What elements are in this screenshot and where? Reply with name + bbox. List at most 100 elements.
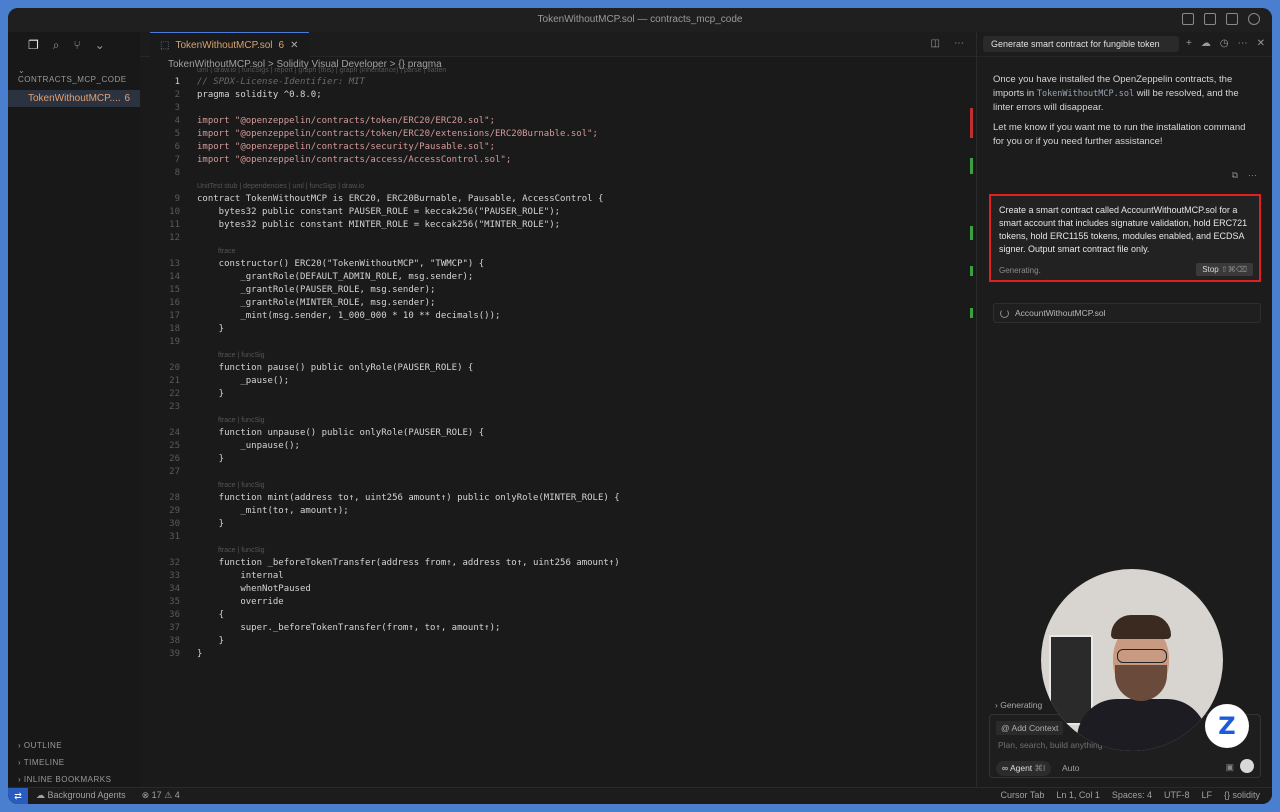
indentation[interactable]: Spaces: 4 [1112,790,1152,800]
search-icon[interactable]: ⌕ [53,38,60,60]
code-line: function _beforeTokenTransfer(address fr… [197,558,620,568]
line-number: 11 [169,220,180,230]
code-line: constructor() ERC20("TokenWithoutMCP", "… [197,259,485,269]
code-line: } [197,636,225,646]
editor-tabs: ⬚ TokenWithoutMCP.sol 6 ✕ ◫ ⋯ [140,32,976,57]
line-number: 14 [169,272,180,282]
user-prompt-text: Create a smart contract called AccountWi… [999,205,1248,254]
section-timeline[interactable]: › TIMELINE [8,754,140,771]
message-paragraph: Let me know if you want me to run the in… [993,122,1246,147]
generated-file-chip[interactable]: AccountWithoutMCP.sol [993,303,1261,323]
image-icon[interactable]: ▣ [1225,762,1234,773]
person-hair [1111,615,1171,639]
window-title: TokenWithoutMCP.sol — contracts_mcp_code [537,14,743,25]
more-icon[interactable]: ⋯ [1238,38,1248,49]
cursor-position[interactable]: Ln 1, Col 1 [1056,790,1100,800]
line-number: 17 [169,311,180,321]
toggle-sidebar-icon[interactable] [1182,13,1194,25]
line-number: 36 [169,610,180,620]
cursor-tab-status[interactable]: Cursor Tab [1001,790,1045,800]
line-number: 21 [169,376,180,386]
tab-label: TokenWithoutMCP.sol [175,39,273,51]
code-line: // SPDX-License-Identifier: MIT [197,77,365,87]
line-number: 25 [169,441,180,451]
tab-problems-count: 6 [278,39,285,51]
close-icon[interactable]: ✕ [290,40,298,51]
codelens-ftrace-funcsig[interactable]: ftrace | funcSig [140,349,976,362]
chevron-down-icon[interactable]: ⌄ [95,38,105,60]
close-icon[interactable]: ✕ [1257,38,1265,49]
plus-icon[interactable]: + [1186,38,1192,49]
line-number: 22 [169,389,180,399]
language-mode[interactable]: {} solidity [1224,790,1260,800]
file-name: TokenWithoutMCP.... [28,93,121,104]
code-line: internal [197,571,284,581]
line-number: 13 [169,259,180,269]
code-line: } [197,519,225,529]
code-line: import "@openzeppelin/contracts/access/A… [197,155,512,165]
source-control-icon[interactable]: ⑂ [74,38,81,60]
explorer-folder-title[interactable]: ⌄ CONTRACTS_MCP_CODE [8,60,140,90]
codelens-ftrace-funcsig[interactable]: ftrace | funcSig [140,479,976,492]
chat-tab[interactable]: Generate smart contract for fungible tok… [983,36,1179,52]
section-inline-bookmarks[interactable]: › INLINE BOOKMARKS [8,771,140,788]
generating-row[interactable]: › Generating [995,700,1042,710]
copy-icon[interactable]: ⧉ [1232,170,1238,181]
agent-mode-selector[interactable]: ∞ Agent ⌘I [996,761,1052,776]
code-line: contract TokenWithoutMCP is ERC20, ERC20… [197,194,604,204]
codelens-contract[interactable]: UnitTest stub | dependencies | uml | fun… [140,180,976,193]
user-prompt-box[interactable]: Create a smart contract called AccountWi… [989,194,1261,282]
code-view[interactable]: uml | draw.io | funcSigs | report | grap… [140,67,976,661]
codelens-ftrace-funcsig[interactable]: ftrace | funcSig [140,544,976,557]
code-line: override [197,597,284,607]
codelens-ftrace[interactable]: ftrace [140,245,976,258]
code-line: _grantRole(PAUSER_ROLE, msg.sender); [197,285,436,295]
problems-indicator[interactable]: ⊗ 17 ⚠ 4 [142,790,180,801]
chat-actions: + ☁ ◷ ⋯ ✕ [1186,38,1265,49]
settings-gear-icon[interactable] [1248,13,1260,25]
toggle-secondary-sidebar-icon[interactable] [1226,13,1238,25]
code-line: _grantRole(DEFAULT_ADMIN_ROLE, msg.sende… [197,272,474,282]
more-actions-icon[interactable]: ⋯ [954,38,964,49]
line-number: 16 [169,298,180,308]
title-bar: TokenWithoutMCP.sol — contracts_mcp_code [8,8,1272,33]
line-number: 32 [169,558,180,568]
solidity-file-icon: ⬚ [160,39,170,51]
layout-controls [1182,13,1260,25]
webcam-overlay [1041,569,1223,751]
file-chip-label: AccountWithoutMCP.sol [1015,308,1106,318]
files-icon[interactable]: ❐ [28,38,39,60]
line-number: 31 [169,532,180,542]
editor-area: ⬚ TokenWithoutMCP.sol 6 ✕ ◫ ⋯ TokenWitho… [140,32,976,788]
message-paragraph: Once you have installed the OpenZeppelin… [993,74,1239,113]
editor-tab[interactable]: ⬚ TokenWithoutMCP.sol 6 ✕ [150,32,309,57]
toggle-panel-icon[interactable] [1204,13,1216,25]
person-shirt [1077,699,1207,751]
cloud-icon[interactable]: ☁ [1201,38,1211,49]
history-icon[interactable]: ◷ [1220,38,1229,49]
line-number: 5 [174,129,180,139]
loading-spinner-icon [1000,308,1009,318]
line-number: 23 [169,402,180,412]
line-number: 34 [169,584,180,594]
more-icon[interactable]: ⋯ [1248,170,1257,181]
encoding[interactable]: UTF-8 [1164,790,1190,800]
section-outline[interactable]: › OUTLINE [8,737,140,754]
editor-actions: ◫ ⋯ [931,38,964,49]
stop-button[interactable]: Stop ⇧⌘⌫ [1196,263,1253,276]
inline-code: TokenWithoutMCP.sol [1036,89,1135,99]
send-button[interactable] [1240,759,1254,773]
remote-icon[interactable]: ⇄ [8,788,28,804]
split-editor-icon[interactable]: ◫ [931,38,940,49]
code-line: _pause(); [197,376,290,386]
model-selector[interactable]: Auto [1062,763,1080,773]
explorer-file-item[interactable]: TokenWithoutMCP.... 6 [8,90,140,107]
code-line: super._beforeTokenTransfer(from↑, to↑, a… [197,623,501,633]
background-agents[interactable]: ☁ Background Agents [36,790,126,801]
error-mark [970,108,973,138]
line-endings[interactable]: LF [1201,790,1212,800]
code-line: import "@openzeppelin/contracts/token/ER… [197,116,496,126]
codelens-ftrace-funcsig[interactable]: ftrace | funcSig [140,414,976,427]
line-number: 9 [174,194,180,204]
code-line: { [197,610,225,620]
